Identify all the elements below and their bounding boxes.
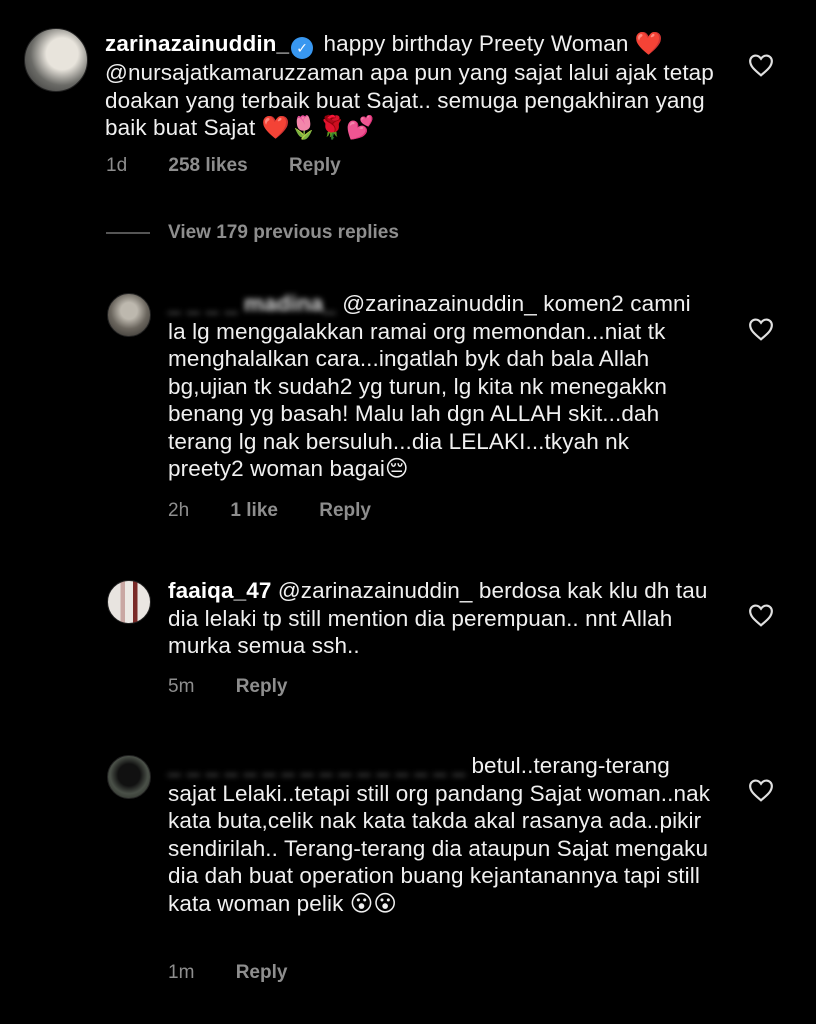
- avatar[interactable]: [107, 580, 151, 624]
- pensive-emoji: 😔: [385, 456, 409, 482]
- mention-link[interactable]: @zarinazainuddin_: [278, 578, 473, 603]
- divider: [106, 231, 150, 234]
- comment-body: komen2 camni la lg menggalakkan ramai or…: [168, 291, 691, 481]
- heart-outline-icon[interactable]: [748, 53, 774, 77]
- timestamp: 2h: [168, 500, 190, 521]
- comment-meta: 2h 1 like Reply: [168, 500, 407, 522]
- comment-meta: 1m Reply: [168, 962, 323, 984]
- reply-button[interactable]: Reply: [289, 155, 341, 176]
- heart-outline-icon[interactable]: [748, 317, 774, 341]
- username[interactable]: _ _ _ _ madina_: [168, 291, 336, 316]
- likes-count[interactable]: 258 likes: [168, 155, 247, 176]
- surprised-emoji: 😮😮: [349, 890, 397, 917]
- username[interactable]: faaiqa_47: [168, 578, 271, 603]
- reply-button[interactable]: Reply: [236, 962, 288, 983]
- avatar[interactable]: [107, 755, 151, 799]
- comment-meta: 5m Reply: [168, 676, 323, 698]
- likes-count[interactable]: 1 like: [230, 500, 278, 521]
- comment-text: faaiqa_47 @zarinazainuddin_ berdosa kak …: [168, 577, 708, 660]
- comment-meta: 1d 258 likes Reply: [106, 155, 377, 177]
- heart-outline-icon[interactable]: [748, 603, 774, 627]
- heart-outline-icon[interactable]: [748, 778, 774, 802]
- mention-link[interactable]: @nursajatkamaruzzaman: [105, 60, 364, 85]
- emoji-group: ❤️🌷🌹💕: [261, 115, 375, 141]
- view-previous-replies-button[interactable]: View 179 previous replies: [106, 222, 399, 244]
- avatar[interactable]: [107, 293, 151, 337]
- heart-emoji: ❤️: [634, 31, 663, 57]
- mention-link[interactable]: @zarinazainuddin_: [342, 291, 537, 316]
- comment-text: _ _ _ _ madina_ @zarinazainuddin_ komen2…: [168, 290, 708, 484]
- reply-button[interactable]: Reply: [319, 500, 371, 521]
- username[interactable]: _ _ _ _ _ _ _ _ _ _ _ _ _ _ _ _: [168, 753, 465, 778]
- view-replies-label: View 179 previous replies: [168, 222, 399, 243]
- comment-text: _ _ _ _ _ _ _ _ _ _ _ _ _ _ _ _ betul..t…: [168, 752, 713, 918]
- reply-button[interactable]: Reply: [236, 676, 288, 697]
- verified-badge-icon: ✓: [291, 37, 314, 59]
- timestamp: 1d: [106, 155, 128, 176]
- avatar[interactable]: [24, 28, 88, 92]
- comment-body: happy birthday Preety Woman: [323, 31, 629, 56]
- username[interactable]: zarinazainuddin_: [105, 31, 289, 56]
- comment-text: zarinazainuddin_ ✓ happy birthday Preety …: [105, 30, 715, 143]
- timestamp: 1m: [168, 962, 195, 983]
- timestamp: 5m: [168, 676, 195, 697]
